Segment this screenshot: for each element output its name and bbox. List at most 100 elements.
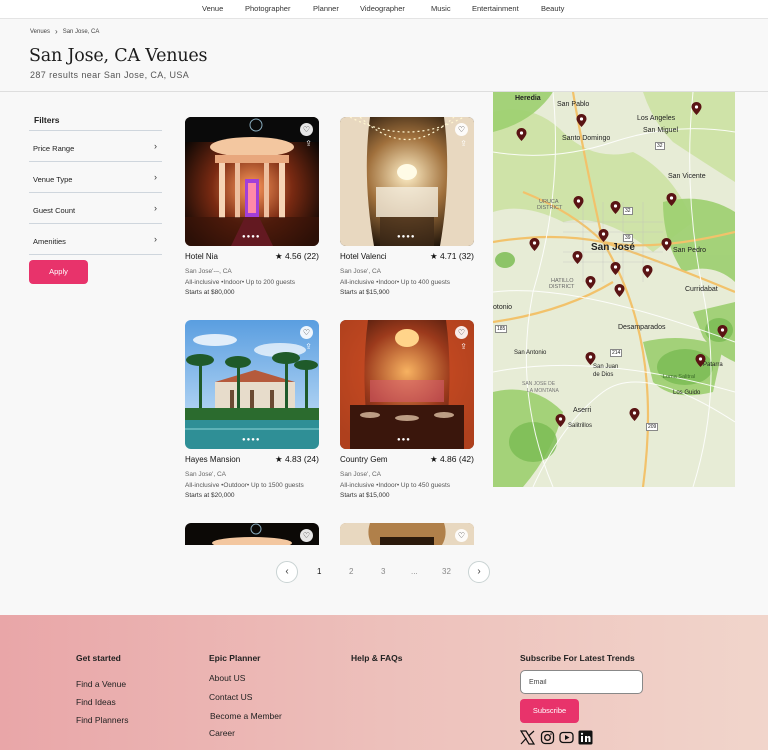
venue-card-partial[interactable]: ♡: [185, 523, 319, 545]
footer-link-contact[interactable]: Contact US: [209, 692, 252, 702]
heart-icon[interactable]: ♡: [300, 123, 313, 136]
carousel-dots[interactable]: ●●●●: [397, 234, 416, 240]
map-pin-icon[interactable]: [614, 284, 625, 297]
footer-link-find-planners[interactable]: Find Planners: [76, 715, 128, 725]
page-title: San Jose, CA Venues: [29, 46, 208, 66]
venue-name[interactable]: Hotel Nia: [185, 252, 218, 261]
map-label: Heredia: [515, 95, 541, 102]
footer-link-career[interactable]: Career: [209, 728, 235, 738]
map-pin-icon[interactable]: [555, 414, 566, 427]
venue-card[interactable]: ♡ ⇪ ●●●● Hotel Valenci ★ 4.71 (32) San J…: [340, 117, 474, 297]
venue-card-partial[interactable]: ♡: [340, 523, 474, 545]
venue-photo[interactable]: [340, 523, 474, 545]
venue-name[interactable]: Hotel Valenci: [340, 252, 387, 261]
x-icon[interactable]: [520, 730, 535, 745]
page-1[interactable]: 1: [317, 567, 321, 576]
venue-location: San Jose', CA: [340, 268, 381, 275]
nav-entertainment[interactable]: Entertainment: [472, 4, 519, 13]
venue-details: All-inclusive •Indoor• Up to 200 guests: [185, 279, 296, 286]
chevron-left-icon[interactable]: ‹: [276, 561, 298, 583]
heart-icon[interactable]: ♡: [455, 326, 468, 339]
carousel-dots[interactable]: ●●●: [397, 437, 411, 443]
youtube-icon[interactable]: [559, 730, 574, 745]
map-label: LA MONTANA: [527, 388, 559, 394]
map-pin-icon[interactable]: [666, 193, 677, 206]
carousel-dots[interactable]: ●●●●: [242, 437, 261, 443]
rating-value: 4.86: [439, 454, 457, 464]
route-marker: 32: [655, 142, 665, 150]
map-pin-icon[interactable]: [661, 238, 672, 251]
chevron-right-icon: ›: [154, 203, 157, 213]
filter-guest-count[interactable]: Guest Count ›: [29, 192, 162, 223]
venue-card[interactable]: ♡ ⇪ ●●●● Hotel Nia ★ 4.56 (22) San Jose'…: [185, 117, 319, 297]
page-3[interactable]: 3: [381, 567, 385, 576]
nav-venue[interactable]: Venue: [202, 4, 223, 13]
share-icon[interactable]: ⇪: [305, 139, 312, 148]
venue-details: All-inclusive •Indoor• Up to 400 guests: [340, 279, 451, 286]
map-pin-icon[interactable]: [585, 352, 596, 365]
nav-music[interactable]: Music: [431, 4, 451, 13]
filter-price-range[interactable]: Price Range ›: [29, 130, 162, 161]
map-pin-icon[interactable]: [576, 114, 587, 127]
footer-link-about[interactable]: About US: [209, 673, 245, 683]
map-pin-icon[interactable]: [572, 251, 583, 264]
breadcrumb: Venues › San Jose, CA: [30, 28, 99, 36]
map-pin-icon[interactable]: [516, 128, 527, 141]
map-pin-icon[interactable]: [598, 229, 609, 242]
map-pin-icon[interactable]: [642, 265, 653, 278]
email-field[interactable]: [520, 670, 643, 694]
venues-map[interactable]: Heredia San Pablo Los Angeles San Miguel…: [493, 92, 735, 487]
footer-heading: Epic Planner: [209, 653, 261, 663]
nav-videographer[interactable]: Videographer: [360, 4, 405, 13]
breadcrumb-venues[interactable]: Venues: [30, 29, 50, 35]
nav-photographer[interactable]: Photographer: [245, 4, 290, 13]
map-pin-icon[interactable]: [573, 196, 584, 209]
footer-link-find-ideas[interactable]: Find Ideas: [76, 697, 116, 707]
carousel-dots[interactable]: ●●●●: [242, 234, 261, 240]
venue-card[interactable]: ♡ ⇪ ●●●● Hayes Mansion ★ 4.83 (24) San J…: [185, 320, 319, 500]
apply-button[interactable]: Apply: [29, 260, 88, 284]
share-icon[interactable]: ⇪: [460, 139, 467, 148]
map-label: Santo Domingo: [562, 135, 611, 142]
map-pin-icon[interactable]: [717, 325, 728, 338]
venue-photo[interactable]: ♡ ⇪ ●●●●: [185, 117, 319, 246]
venue-photo[interactable]: [185, 523, 319, 545]
map-pin-icon[interactable]: [610, 201, 621, 214]
share-icon[interactable]: ⇪: [460, 342, 467, 351]
map-label: SAN JOSE DE: [522, 381, 556, 387]
venue-photo[interactable]: ♡ ⇪ ●●●: [340, 320, 474, 449]
route-marker: 185: [495, 325, 508, 333]
subscribe-button[interactable]: Subscribe: [520, 699, 579, 723]
venue-name[interactable]: Hayes Mansion: [185, 455, 240, 464]
map-label: DISTRICT: [537, 205, 563, 211]
page-2[interactable]: 2: [349, 567, 353, 576]
map-label: de Dios: [593, 372, 614, 378]
venue-photo[interactable]: ♡ ⇪ ●●●●: [340, 117, 474, 246]
footer-link-become-member[interactable]: Become a Member: [210, 711, 282, 721]
footer-heading-help[interactable]: Help & FAQs: [351, 653, 402, 663]
map-pin-icon[interactable]: [585, 276, 596, 289]
map-pin-icon[interactable]: [529, 238, 540, 251]
map-pin-icon[interactable]: [629, 408, 640, 421]
heart-icon[interactable]: ♡: [300, 326, 313, 339]
page-last[interactable]: 32: [442, 567, 451, 576]
map-pin-icon[interactable]: [695, 354, 706, 367]
heart-icon[interactable]: ♡: [300, 529, 313, 542]
nav-planner[interactable]: Planner: [313, 4, 339, 13]
nav-beauty[interactable]: Beauty: [541, 4, 564, 13]
map-pin-icon[interactable]: [610, 262, 621, 275]
footer-link-find-venue[interactable]: Find a Venue: [76, 679, 126, 689]
venue-photo[interactable]: ♡ ⇪ ●●●●: [185, 320, 319, 449]
instagram-icon[interactable]: [540, 730, 555, 745]
filter-venue-type[interactable]: Venue Type ›: [29, 161, 162, 192]
map-pin-icon[interactable]: [691, 102, 702, 115]
linkedin-icon[interactable]: [578, 730, 593, 745]
chevron-right-icon[interactable]: ›: [468, 561, 490, 583]
filter-amenities[interactable]: Amenities ›: [29, 223, 162, 254]
share-icon[interactable]: ⇪: [305, 342, 312, 351]
heart-icon[interactable]: ♡: [455, 529, 468, 542]
heart-icon[interactable]: ♡: [455, 123, 468, 136]
venue-card[interactable]: ♡ ⇪ ●●● Country Gem ★ 4.86 (42) San Jose…: [340, 320, 474, 500]
venue-rating: ★ 4.86 (42): [430, 454, 474, 465]
venue-name[interactable]: Country Gem: [340, 455, 388, 464]
